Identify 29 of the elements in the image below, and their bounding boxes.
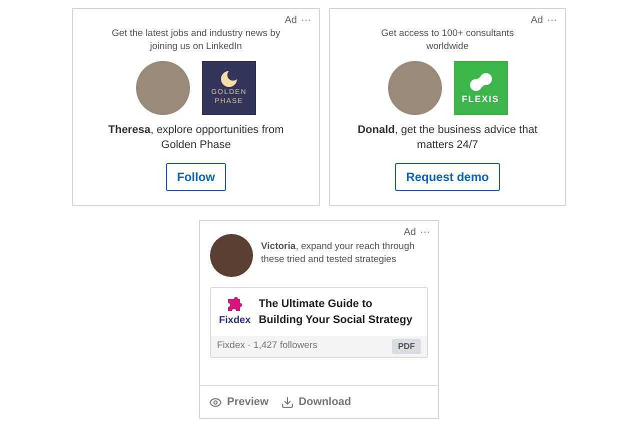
more-button[interactable]: ··· <box>547 16 557 26</box>
ad-tagline: Get the latest jobs and industry news by joining us on LinkedIn <box>110 27 282 53</box>
more-button[interactable]: ··· <box>301 16 311 26</box>
ad-label: Ad <box>530 14 543 28</box>
ad-label: Ad <box>284 14 297 28</box>
ad-message: Theresa, explore opportunities from Golden Phase <box>107 123 285 153</box>
profile-photo <box>388 61 442 115</box>
ad-message: Donald, get the business advice that matters 24/7 <box>356 123 538 153</box>
company-followers: Fixdex · 1,427 followers <box>217 339 318 354</box>
profile-photo <box>136 61 190 115</box>
cta-button[interactable]: Request demo <box>395 163 500 191</box>
eye-icon <box>209 396 222 408</box>
ad-label: Ad <box>404 226 416 240</box>
logo-text: FLEXIS <box>462 94 500 104</box>
document-card[interactable]: Fixdex The Ultimate Guide to Building Your Social Strategy Fixdex · 1,427 followers PDF <box>210 287 428 358</box>
cta-button[interactable]: Follow <box>166 163 226 191</box>
profile-photo <box>210 234 253 277</box>
logo-text: Fixdex <box>219 314 251 328</box>
ad-message: Victoria, expand your reach through these tried and tested strategies <box>261 240 416 267</box>
document-title: The Ultimate Guide to Building Your Social Strategy <box>258 297 414 328</box>
more-button[interactable]: ··· <box>420 228 430 238</box>
ad-tagline: Get access to 100+ consultants worldwide <box>380 27 515 53</box>
blob-icon <box>468 72 492 92</box>
download-button[interactable]: Download <box>280 394 352 410</box>
preview-button[interactable]: Preview <box>209 394 269 410</box>
puzzle-icon <box>226 296 243 312</box>
file-type-badge: PDF <box>392 339 421 354</box>
moon-icon <box>220 70 238 88</box>
download-icon <box>280 396 294 408</box>
